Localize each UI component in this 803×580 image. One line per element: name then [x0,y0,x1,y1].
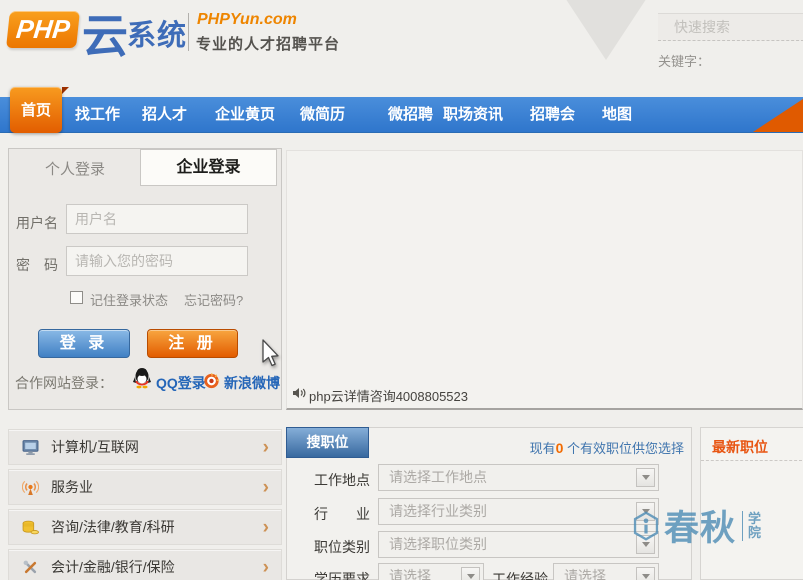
category-label: 会计/金融/银行/保险 [51,557,175,577]
dropdown-arrow-icon[interactable] [461,567,480,580]
chevron-right-icon: › [263,439,269,456]
header-watermark-shape [548,0,664,60]
category-item-finance[interactable]: 会计/金融/银行/保险 › [8,549,282,580]
dropdown-arrow-icon[interactable] [636,567,655,580]
tab-enterprise-login[interactable]: 企业登录 [140,149,277,186]
header: PHP 云 系统 PHPYun.com 专业的人才招聘平台 快速搜索 关键字： [0,0,803,97]
username-label: 用户名 [16,213,58,233]
home-tab-fold [62,87,69,94]
site-domain-text: PHPYun.com [197,11,297,29]
job-count-suffix: 个有效职位供您选择 [563,441,684,456]
register-button[interactable]: 注 册 [147,329,238,358]
password-label: 密 码 [16,255,58,275]
qq-login-link[interactable]: QQ登录 [156,373,206,393]
nav-item-career-news[interactable]: 职场资讯 [443,97,503,133]
nav-item-map[interactable]: 地图 [602,97,632,133]
nav-item-companies[interactable]: 企业黄页 [215,97,275,133]
dropdown-arrow-icon[interactable] [636,468,655,487]
select-placeholder: 请选择 [564,568,606,580]
qq-icon[interactable] [132,367,152,389]
consulting-icon [22,519,39,536]
select-placeholder: 请选择职位类别 [389,536,487,552]
category-item-it[interactable]: 计算机/互联网 › [8,429,282,465]
nav-item-recruit[interactable]: 招人才 [142,97,187,133]
job-count-text: 现有0 个有效职位供您选择 [420,438,684,457]
chevron-right-icon: › [263,519,269,536]
education-label: 学历要求 [314,569,376,580]
job-count-prefix: 现有 [530,441,556,456]
keyword-label: 关键字： [658,51,710,70]
nav-item-micro-resume[interactable]: 微简历 [300,97,345,133]
industry-label: 行 业 [314,504,376,524]
latest-jobs-divider [701,460,802,461]
chevron-right-icon: › [263,479,269,496]
select-placeholder: 请选择行业类别 [389,503,487,519]
category-label: 服务业 [51,477,93,497]
main-nav: 首页 找工作 招人才 企业黄页 微简历 微招聘 职场资讯 招聘会 地图 [0,97,803,133]
finance-icon [22,559,39,576]
nav-item-job-fair[interactable]: 招聘会 [530,97,575,133]
job-category-label: 职位类别 [314,537,376,557]
quick-search-input[interactable]: 快速搜索 [658,13,803,41]
category-item-service[interactable]: 服务业 › [8,469,282,505]
select-placeholder: 请选择工作地点 [389,469,487,485]
industry-select[interactable]: 请选择行业类别 [378,498,659,525]
computer-icon [22,439,39,456]
work-location-label: 工作地点 [314,470,376,490]
experience-select[interactable]: 请选择 [553,563,659,580]
category-label: 计算机/互联网 [51,437,139,457]
nav-decor-wedge [753,99,803,132]
select-placeholder: 请选择 [389,568,431,580]
logo-xitong-text: 系统 [127,12,187,54]
weibo-icon[interactable] [202,371,221,389]
banner-slider [286,150,803,410]
forgot-password-link[interactable]: 忘记密码? [184,290,243,309]
partner-login-label: 合作网站登录： [15,373,113,393]
login-button[interactable]: 登 录 [38,329,130,358]
nav-item-find-job[interactable]: 找工作 [75,97,120,133]
speaker-icon [292,387,306,399]
page: PHP 云 系统 PHPYun.com 专业的人才招聘平台 快速搜索 关键字： … [0,0,803,580]
experience-label: 工作经验 [492,569,554,580]
logo-yun-text: 云 [82,0,128,66]
nav-item-home[interactable]: 首页 [10,87,62,133]
category-label: 咨询/法律/教育/科研 [51,517,175,537]
site-logo[interactable]: PHP [6,11,80,48]
education-select[interactable]: 请选择 [378,563,484,580]
tab-search-jobs[interactable]: 搜职位 [286,427,369,458]
tab-personal-login[interactable]: 个人登录 [20,158,130,182]
remember-label: 记住登录状态 [90,290,168,309]
dropdown-arrow-icon[interactable] [636,535,655,554]
service-icon [22,479,39,496]
chevron-right-icon: › [263,559,269,576]
category-item-consulting[interactable]: 咨询/法律/教育/科研 › [8,509,282,545]
work-location-select[interactable]: 请选择工作地点 [378,464,659,491]
latest-jobs-title: 最新职位 [712,437,768,457]
nav-item-micro-recruit[interactable]: 微招聘 [388,97,433,133]
weibo-login-link[interactable]: 新浪微博 [224,373,280,393]
username-field[interactable] [66,204,248,234]
announcement-text: php云详情咨询4008805523 [309,386,468,405]
password-field[interactable] [66,246,248,276]
logo-divider [188,13,189,51]
site-tagline: 专业的人才招聘平台 [196,33,340,54]
remember-checkbox[interactable] [70,291,83,304]
job-category-select[interactable]: 请选择职位类别 [378,531,659,558]
dropdown-arrow-icon[interactable] [636,502,655,521]
